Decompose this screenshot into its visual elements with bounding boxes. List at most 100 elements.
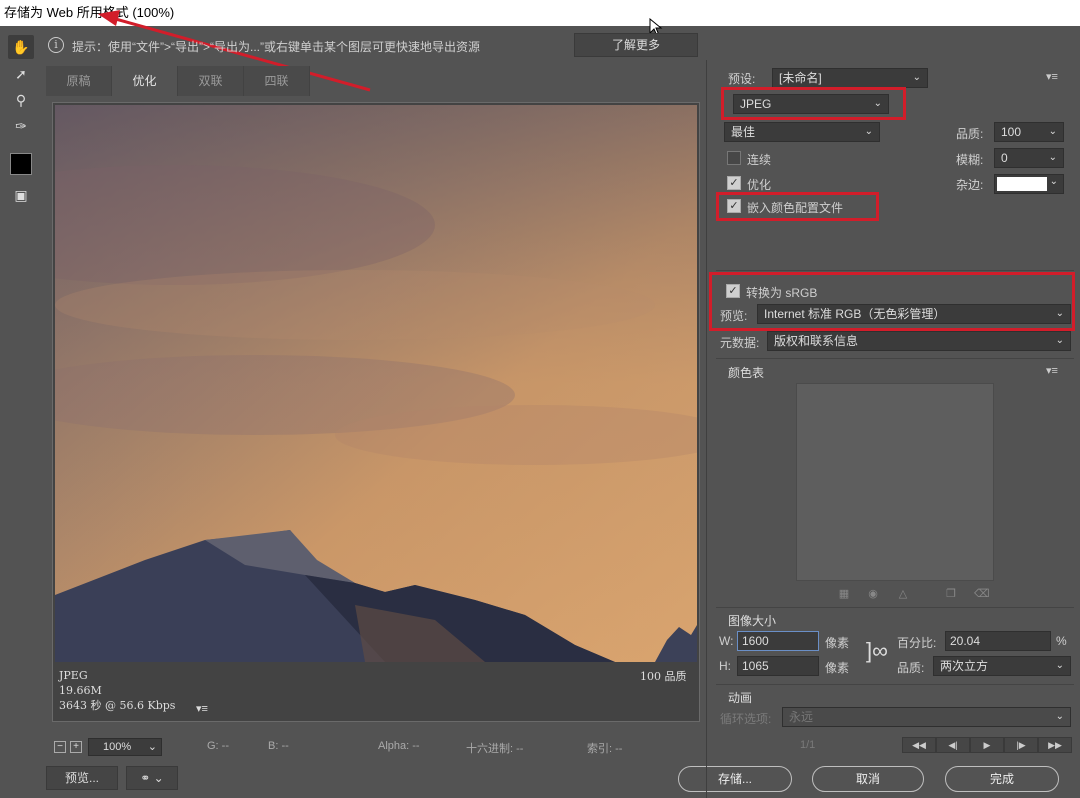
height-input[interactable]: 1065 <box>737 656 819 676</box>
embed-profile-checkbox[interactable]: ✓ <box>727 199 741 213</box>
toggle-slices-icon[interactable]: ▣ <box>8 183 34 207</box>
matte-select[interactable]: ⌄ <box>994 174 1064 194</box>
height-unit: 像素 <box>825 661 850 675</box>
link-constraint-icon[interactable]: ]∞ <box>866 640 888 662</box>
info-icon: i <box>48 37 64 53</box>
chevron-down-icon: ⌄ <box>1055 660 1064 671</box>
chevron-down-icon: ⌄ <box>1055 308 1064 319</box>
color-table-title: 颜色表 <box>728 366 765 380</box>
zoom-out-icon[interactable]: − <box>54 741 66 753</box>
optimized-checkbox[interactable]: ✓ <box>727 176 741 190</box>
chevron-down-icon: ⌄ <box>147 741 157 753</box>
zoom-value: 100% <box>103 741 132 753</box>
preset-value: [未命名] <box>779 71 822 85</box>
eyedropper-color-swatch[interactable] <box>10 153 32 175</box>
width-input[interactable]: 1600 <box>737 631 819 651</box>
tab-4up[interactable]: 四联 <box>244 66 310 96</box>
hex-readout: 十六进制: -- <box>466 743 524 755</box>
zoom-in-icon[interactable]: + <box>70 741 82 753</box>
tool-panel <box>0 30 40 798</box>
blur-select[interactable]: 0 ⌄ <box>994 148 1064 168</box>
preview-profile-select[interactable]: Internet 标准 RGB（无色彩管理） ⌄ <box>757 304 1071 324</box>
slice-select-tool-icon[interactable]: ➚ <box>8 62 34 86</box>
preview-profile-value: Internet 标准 RGB（无色彩管理） <box>764 307 946 321</box>
width-unit: 像素 <box>825 636 850 650</box>
format-select[interactable]: JPEG ⌄ <box>733 94 889 114</box>
preset-select[interactable]: [未命名] ⌄ <box>772 68 928 88</box>
quality-select[interactable]: 100 ⌄ <box>994 122 1064 142</box>
convert-srgb-label: 转换为 sRGB <box>746 286 818 300</box>
progressive-checkbox[interactable] <box>727 151 741 165</box>
chevron-down-icon: ⌄ <box>864 126 873 137</box>
divider <box>716 684 1074 685</box>
learn-more-button[interactable]: 了解更多 <box>574 33 698 57</box>
new-color-icon[interactable]: ❐ <box>944 587 958 601</box>
color-table[interactable] <box>796 383 994 581</box>
next-frame-icon[interactable]: |▶ <box>1004 737 1038 753</box>
format-value: JPEG <box>740 97 772 111</box>
chevron-down-icon: ⌄ <box>912 72 921 83</box>
hand-tool-icon[interactable]: ✋ <box>8 35 34 59</box>
shift-web-safe-icon[interactable]: △ <box>896 587 910 601</box>
quality-preset-select[interactable]: 最佳 ⌄ <box>724 122 880 142</box>
height-label: H: <box>719 659 731 673</box>
percent-unit: % <box>1056 634 1067 648</box>
preview-speed: 3643 秒 @ 56.6 Kbps <box>59 699 176 712</box>
trash-icon[interactable]: ⌫ <box>974 587 990 601</box>
last-frame-icon[interactable]: ▶▶ <box>1038 737 1072 753</box>
tab-2up[interactable]: 双联 <box>178 66 244 96</box>
divider <box>716 270 1074 271</box>
eyedropper-tool-icon[interactable]: ✑ <box>8 114 34 138</box>
resample-quality-label: 品质: <box>897 661 925 675</box>
done-button[interactable]: 完成 <box>945 766 1059 792</box>
tab-optimized[interactable]: 优化 <box>112 66 178 96</box>
preset-label: 预设: <box>728 72 756 86</box>
download-speed-menu-icon[interactable]: ▾≡ <box>196 702 208 715</box>
preview-format: JPEG <box>59 669 88 682</box>
resample-quality-select[interactable]: 两次立方 ⌄ <box>933 656 1071 676</box>
preview-image[interactable] <box>55 105 697 662</box>
metadata-label: 元数据: <box>720 336 760 350</box>
divider <box>716 358 1074 359</box>
first-frame-icon[interactable]: ◀◀ <box>902 737 936 753</box>
tab-original[interactable]: 原稿 <box>46 66 112 96</box>
browser-preview-button[interactable]: ⚭ ⌄ <box>126 766 178 790</box>
loop-value: 永远 <box>789 710 814 724</box>
lock-color-icon[interactable]: ◉ <box>866 587 880 601</box>
save-button[interactable]: 存储... <box>678 766 792 792</box>
chevron-down-icon: ⌄ <box>1048 152 1057 163</box>
percent-input[interactable]: 20.04 <box>945 631 1051 651</box>
web-snap-icon[interactable]: ▦ <box>837 587 851 601</box>
percent-label: 百分比: <box>897 636 937 650</box>
chevron-down-icon: ⌄ <box>153 771 164 785</box>
chevron-down-icon: ⌄ <box>1055 711 1064 722</box>
preview-quality: 100 品质 <box>640 670 687 683</box>
blur-label: 模糊: <box>956 153 984 167</box>
play-icon[interactable]: ▶ <box>970 737 1004 753</box>
quality-preset-value: 最佳 <box>731 125 756 139</box>
cancel-button[interactable]: 取消 <box>812 766 924 792</box>
optimized-label: 优化 <box>747 178 772 192</box>
zoom-select[interactable]: 100% ⌄ <box>88 738 162 756</box>
browser-icon: ⚭ <box>140 771 151 785</box>
zoom-tool-icon[interactable]: ⚲ <box>8 88 34 112</box>
quality-label: 品质: <box>956 127 984 141</box>
image-size-title: 图像大小 <box>728 614 777 628</box>
loop-select[interactable]: 永远 ⌄ <box>782 707 1071 727</box>
settings-menu-icon[interactable]: ▾≡ <box>1046 70 1058 83</box>
color-table-menu-icon[interactable]: ▾≡ <box>1046 364 1058 377</box>
chevron-down-icon: ⌄ <box>1048 126 1057 137</box>
progressive-label: 连续 <box>747 153 772 167</box>
green-readout: G: -- <box>207 740 229 752</box>
panel-divider <box>706 60 707 798</box>
alpha-readout: Alpha: -- <box>378 740 420 752</box>
previous-frame-icon[interactable]: ◀| <box>936 737 970 753</box>
resample-quality-value: 两次立方 <box>940 659 989 673</box>
convert-srgb-checkbox[interactable]: ✓ <box>726 284 740 298</box>
embed-profile-label: 嵌入颜色配置文件 <box>747 201 844 215</box>
blue-readout: B: -- <box>268 740 289 752</box>
hint-text: 提示：使用“文件”>“导出”>“导出为...”或右键单击某个图层可更快速地导出资… <box>72 40 480 54</box>
chevron-down-icon: ⌄ <box>873 98 882 109</box>
metadata-select[interactable]: 版权和联系信息 ⌄ <box>767 331 1071 351</box>
preview-button[interactable]: 预览... <box>46 766 118 790</box>
